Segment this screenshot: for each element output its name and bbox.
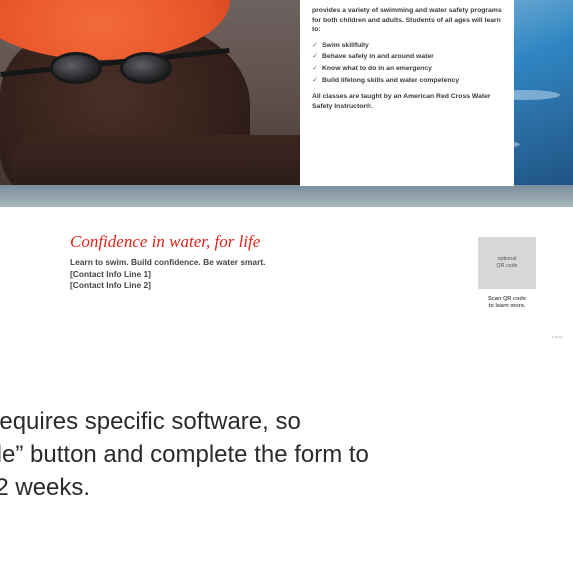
goggle-left-icon [50, 52, 102, 84]
program-intro-text: provides a variety of swimming and water… [312, 7, 502, 34]
flyer-footer: Confidence in water, for life Learn to s… [0, 207, 573, 347]
qr-code-placeholder: optional QR code [478, 237, 536, 289]
instructor-note: All classes are taught by an American Re… [312, 93, 491, 110]
instructions-line-1: de requires specific software, so [0, 408, 301, 435]
document-code: s-m-o-t [552, 335, 564, 339]
list-item: ✓ Swim skillfully [312, 41, 369, 49]
check-icon: ✓ [312, 41, 318, 49]
contact-info-line-1: [Contact Info Line 1] [70, 268, 151, 279]
contact-block: Learn to swim. Build confidence. Be wate… [70, 257, 265, 292]
goggle-right-icon [120, 52, 172, 84]
swimmer-photo: provides a variety of swimming and water… [0, 0, 573, 207]
check-icon: ✓ [312, 53, 318, 61]
check-icon: ✓ [312, 76, 318, 84]
list-item: ✓ Behave safely in and around water [312, 53, 434, 61]
program-info-card: provides a variety of swimming and water… [300, 0, 514, 186]
pool-edge [0, 185, 573, 207]
check-icon: ✓ [312, 64, 318, 72]
instructions-text: de requires specific software, so Code” … [0, 405, 573, 504]
tagline: Confidence in water, for life [70, 232, 261, 251]
qr-caption: Scan QR code to learn more. [488, 296, 526, 309]
document-viewer: provides a variety of swimming and water… [0, 0, 573, 568]
instructions-line-3: ow 2 weeks. [0, 474, 91, 501]
instructions-line-2: Code” button and complete the form to [0, 441, 369, 468]
slogan-line: Learn to swim. Build confidence. Be wate… [70, 257, 266, 267]
contact-info-line-2: [Contact Info Line 2] [70, 280, 151, 290]
list-item: ✓ Build lifelong skills and water compet… [312, 76, 460, 84]
learning-goals-list: ✓ Swim skillfully ✓ Behave safely in and… [312, 41, 502, 85]
list-item: ✓ Know what to do in an emergency [312, 64, 432, 72]
